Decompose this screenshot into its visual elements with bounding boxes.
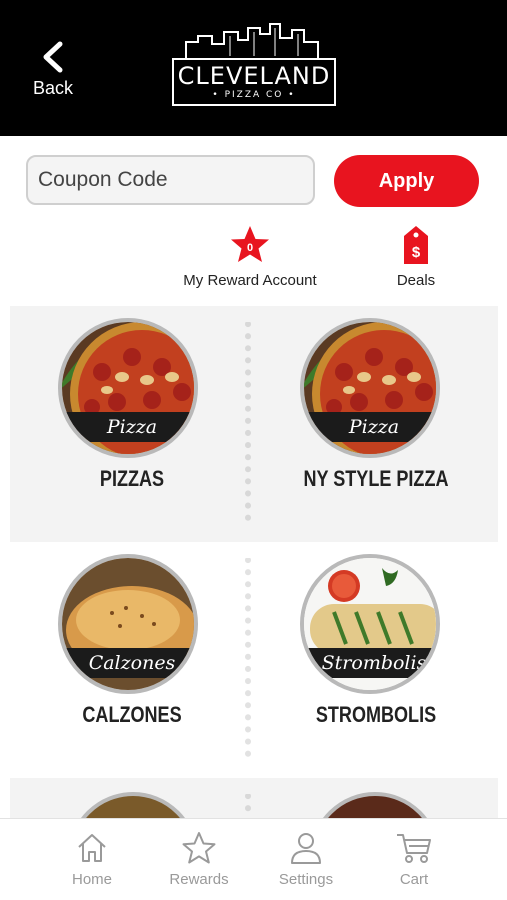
category-row-2: Calzones CALZONES Strombolis STROMBOLIS [10, 542, 498, 778]
tab-home-label: Home [71, 871, 112, 888]
my-reward-account-button[interactable]: 0 My Reward Account [180, 224, 320, 298]
back-label: Back [32, 78, 74, 98]
tab-settings[interactable]: Settings [256, 831, 356, 888]
svg-text:$: $ [412, 244, 421, 261]
category-image-partial-left[interactable] [68, 792, 198, 818]
apply-button[interactable]: Apply [334, 155, 479, 207]
calzones-image: Calzones [58, 554, 198, 694]
person-icon [291, 833, 321, 864]
tab-rewards-label: Rewards [169, 871, 229, 888]
skyline-graphic [185, 23, 319, 60]
deals-button[interactable]: $ Deals [380, 224, 452, 298]
ny-style-pizza-label: NY STYLE PIZZA [303, 466, 449, 491]
logo-subtitle: • PIZZA CO • [212, 90, 296, 100]
strombolis-label: STROMBOLIS [315, 702, 437, 727]
tab-cart-label: Cart [399, 871, 429, 888]
brand-logo: CLEVELAND • PIZZA CO • [172, 22, 336, 106]
pizzas-label: PIZZAS [99, 466, 165, 491]
ny-style-pizza-image: Pizza [300, 318, 440, 458]
calzones-label: CALZONES [82, 702, 182, 727]
price-tag-icon: $ [404, 226, 428, 264]
strombolis-image: Strombolis [300, 554, 440, 694]
tab-rewards[interactable]: Rewards [149, 831, 249, 888]
star-icon [182, 832, 216, 864]
pizzas-banner: Pizza [62, 412, 194, 442]
logo-name: CLEVELAND [177, 62, 331, 90]
ny-style-pizza-banner: Pizza [304, 412, 436, 442]
chevron-left-icon [43, 41, 63, 73]
column-divider [245, 794, 251, 818]
deals-label: Deals [396, 272, 436, 289]
pizzas-image: Pizza [58, 318, 198, 458]
tab-settings-label: Settings [278, 871, 334, 888]
reward-account-label: My Reward Account [183, 272, 317, 289]
app-header: Back CLEVELAND • PIZZA CO • [0, 0, 507, 136]
reward-points-badge: 0 [247, 242, 253, 254]
bottom-tab-bar: Home Rewards Settings Cart [0, 818, 507, 900]
category-image-partial-right[interactable] [310, 792, 440, 818]
cart-icon [397, 834, 431, 863]
tab-cart[interactable]: Cart [364, 831, 464, 888]
tab-home[interactable]: Home [42, 831, 142, 888]
category-ny-style-pizza[interactable]: Pizza NY STYLE PIZZA [254, 306, 498, 542]
reward-star-icon: 0 [231, 226, 269, 262]
home-icon [78, 834, 106, 862]
category-calzones[interactable]: Calzones CALZONES [10, 542, 254, 778]
calzones-banner: Calzones [62, 648, 194, 678]
strombolis-banner: Strombolis [304, 648, 436, 678]
category-row-1: Pizza PIZZAS Pizza NY STYLE PIZZA [10, 306, 498, 542]
category-pizzas[interactable]: Pizza PIZZAS [10, 306, 254, 542]
back-button[interactable]: Back [28, 40, 78, 106]
coupon-code-input[interactable] [26, 155, 315, 205]
category-strombolis[interactable]: Strombolis STROMBOLIS [254, 542, 498, 778]
category-row-3 [10, 778, 498, 818]
